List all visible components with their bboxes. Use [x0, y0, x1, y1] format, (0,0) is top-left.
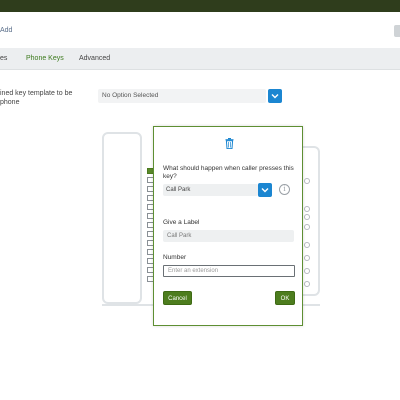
- template-label: ined key template to be phone: [0, 90, 73, 106]
- chevron-down-icon: [271, 94, 279, 99]
- app-top-bar: [0, 0, 400, 12]
- line-key-right[interactable]: [304, 242, 310, 248]
- line-key-right[interactable]: [304, 281, 310, 287]
- phone-key-dialog: What should happen when caller presses t…: [153, 126, 303, 326]
- number-input[interactable]: Enter an extension: [163, 265, 295, 277]
- label-input[interactable]: Call Park: [163, 230, 294, 242]
- tab-general[interactable]: es: [0, 55, 7, 62]
- key-action-select[interactable]: Call Park: [163, 184, 258, 196]
- page-header: Add: [0, 22, 400, 42]
- template-select[interactable]: No Option Selected: [98, 89, 266, 103]
- number-heading: Number: [163, 254, 187, 261]
- line-key-right[interactable]: [304, 206, 310, 212]
- key-action-question: What should happen when caller presses t…: [163, 165, 294, 180]
- line-key-right[interactable]: [304, 268, 310, 274]
- trash-icon[interactable]: [225, 138, 234, 149]
- tab-bar: es Phone Keys Advanced: [0, 48, 400, 70]
- tab-phone-keys[interactable]: Phone Keys: [26, 55, 64, 62]
- label-heading: Give a Label: [163, 219, 200, 226]
- line-key-right[interactable]: [304, 224, 310, 230]
- tab-advanced[interactable]: Advanced: [79, 55, 110, 62]
- template-select-toggle[interactable]: [268, 89, 282, 103]
- line-key-right[interactable]: [304, 178, 310, 184]
- header-action-button[interactable]: [394, 25, 400, 37]
- cancel-button[interactable]: Cancel: [163, 291, 192, 305]
- key-action-select-toggle[interactable]: [258, 183, 272, 197]
- chevron-down-icon: [261, 188, 269, 193]
- ok-button[interactable]: OK: [275, 291, 295, 305]
- info-icon[interactable]: i: [279, 184, 290, 195]
- page-title: Add: [0, 27, 13, 34]
- line-key-right[interactable]: [304, 214, 310, 220]
- phone-body-left: [102, 132, 142, 304]
- line-key-right[interactable]: [304, 255, 310, 261]
- phone-body-right: [300, 146, 320, 296]
